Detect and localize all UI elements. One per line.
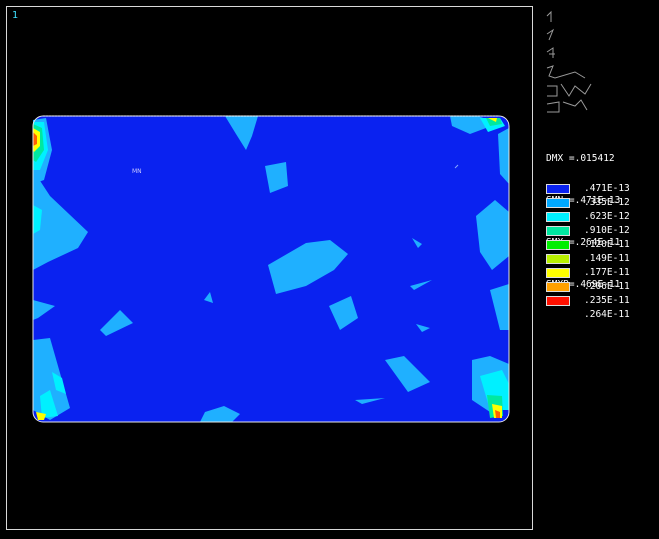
legend-swatch <box>546 184 570 194</box>
legend-label: .623E-12 <box>584 211 630 222</box>
legend-label: .120E-11 <box>584 239 630 250</box>
min-marker: MN <box>132 168 142 175</box>
legend-label: .206E-11 <box>584 281 630 292</box>
legend-swatch <box>546 240 570 250</box>
legend-swatch <box>546 226 570 236</box>
legend-label: .910E-12 <box>584 225 630 236</box>
overlapping-title-text <box>546 10 592 113</box>
legend-swatch <box>546 282 570 292</box>
legend-label: .335E-12 <box>584 197 630 208</box>
legend-swatch <box>546 254 570 264</box>
dmx-value: DMX =.015412 <box>546 153 615 164</box>
legend-swatch <box>546 268 570 278</box>
legend-label: .471E-13 <box>584 183 630 194</box>
legend-label: .235E-11 <box>584 295 630 306</box>
legend-swatch <box>546 198 570 208</box>
legend-label: .149E-11 <box>584 253 630 264</box>
legend-swatch <box>546 212 570 222</box>
legend-label: .177E-11 <box>584 267 630 278</box>
legend-swatch <box>546 296 570 306</box>
legend-label: .264E-11 <box>584 309 630 320</box>
